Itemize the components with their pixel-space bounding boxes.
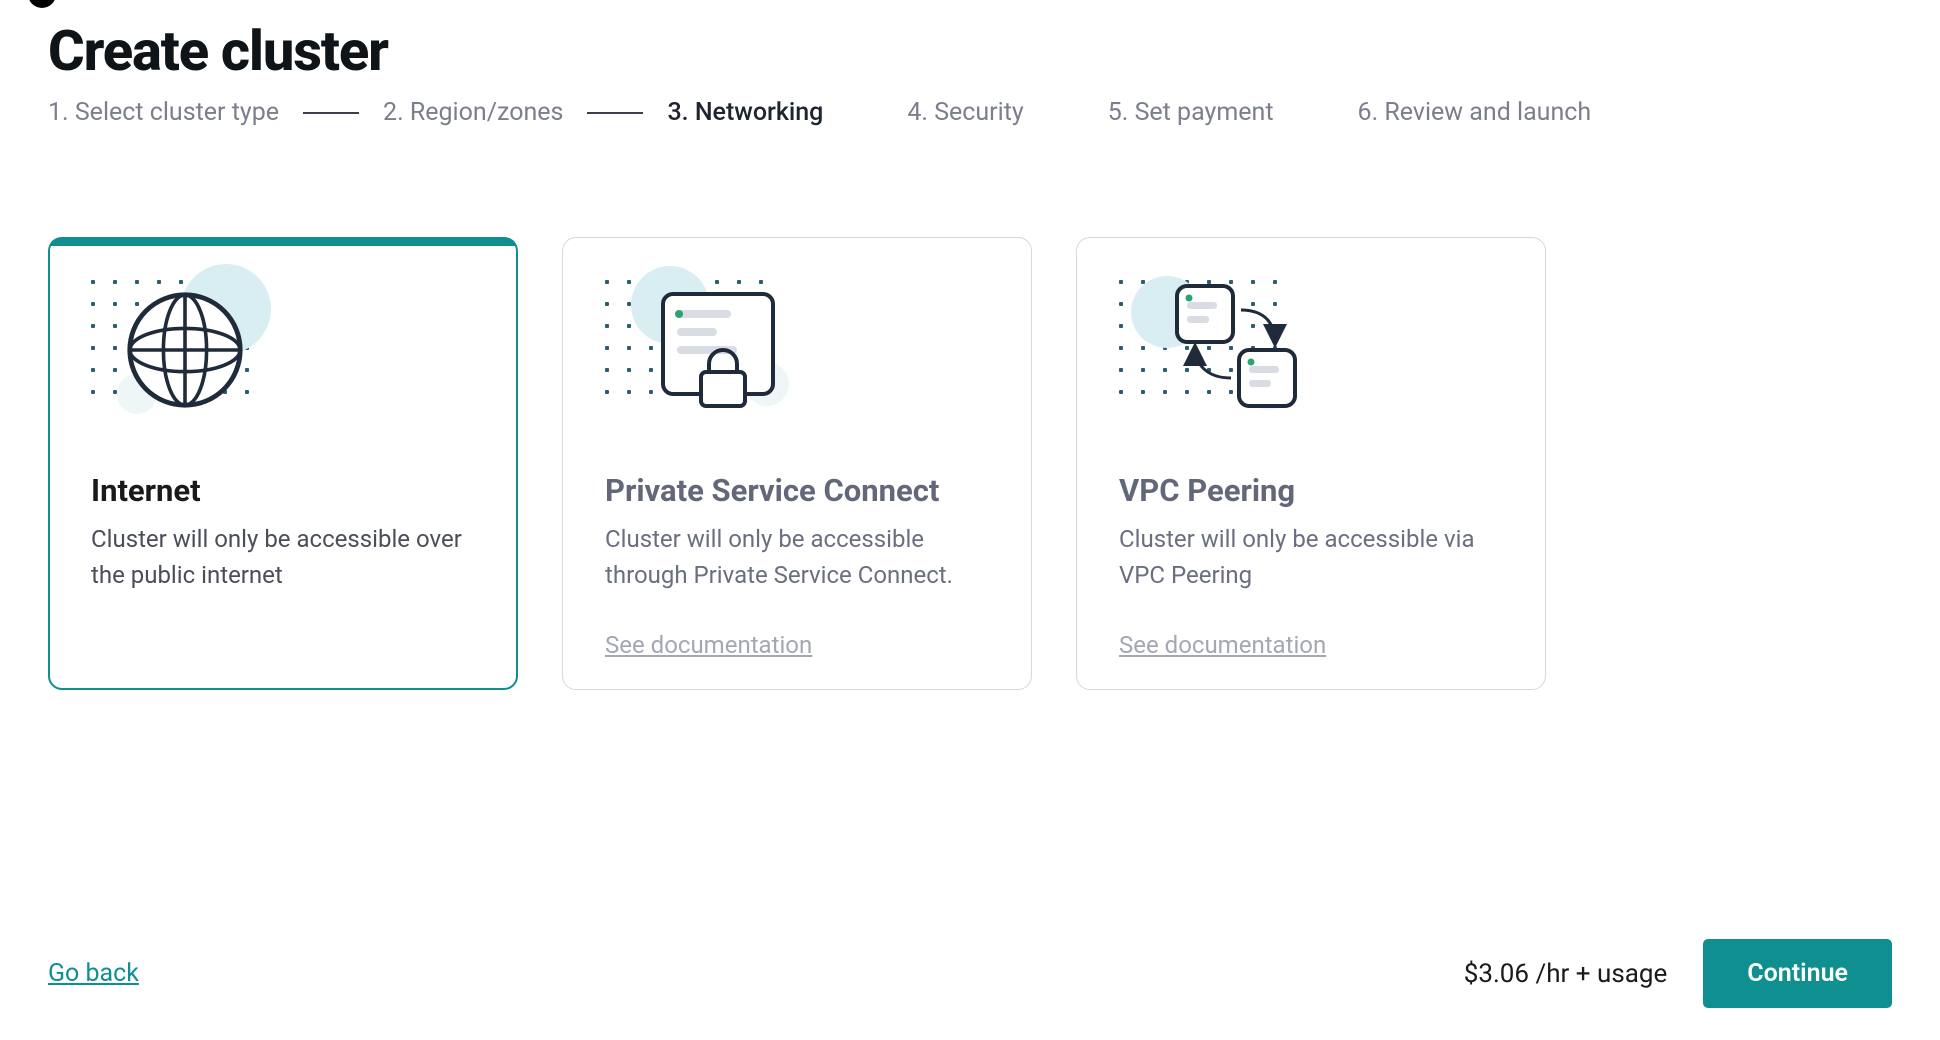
option-card-vpc-peering[interactable]: VPC Peering Cluster will only be accessi… bbox=[1076, 237, 1546, 690]
option-description: Cluster will only be accessible through … bbox=[605, 521, 989, 593]
continue-button[interactable]: Continue bbox=[1703, 939, 1892, 1008]
stepper: 1. Select cluster type 2. Region/zones 3… bbox=[48, 98, 1892, 127]
footer-bar: Go back $3.06 /hr + usage Continue bbox=[48, 939, 1892, 1008]
step-review-launch[interactable]: 6. Review and launch bbox=[1358, 98, 1592, 127]
step-networking[interactable]: 3. Networking bbox=[667, 98, 823, 127]
document-lock-icon bbox=[647, 286, 787, 416]
see-documentation-link[interactable]: See documentation bbox=[1119, 631, 1326, 659]
option-title: Private Service Connect bbox=[605, 472, 989, 509]
option-description: Cluster will only be accessible over the… bbox=[91, 521, 475, 593]
go-back-button[interactable]: Go back bbox=[48, 959, 139, 988]
step-select-cluster-type[interactable]: 1. Select cluster type bbox=[48, 98, 279, 127]
option-title: Internet bbox=[91, 472, 475, 509]
page-title: Create cluster bbox=[48, 0, 1892, 98]
step-region-zones[interactable]: 2. Region/zones bbox=[383, 98, 563, 127]
step-connector bbox=[303, 112, 359, 114]
internet-illustration bbox=[91, 272, 475, 442]
networking-options: Internet Cluster will only be accessible… bbox=[48, 237, 1892, 690]
vpc-illustration bbox=[1119, 272, 1503, 442]
vpc-peering-icon bbox=[1147, 278, 1317, 418]
step-connector bbox=[587, 112, 643, 114]
price-summary: $3.06 /hr + usage bbox=[1464, 959, 1668, 989]
see-documentation-link[interactable]: See documentation bbox=[605, 631, 812, 659]
option-title: VPC Peering bbox=[1119, 472, 1503, 509]
step-set-payment[interactable]: 5. Set payment bbox=[1108, 98, 1274, 127]
option-card-psc[interactable]: Private Service Connect Cluster will onl… bbox=[562, 237, 1032, 690]
option-description: Cluster will only be accessible via VPC … bbox=[1119, 521, 1503, 593]
globe-icon bbox=[125, 290, 245, 410]
option-card-internet[interactable]: Internet Cluster will only be accessible… bbox=[48, 237, 518, 690]
psc-illustration bbox=[605, 272, 989, 442]
step-security[interactable]: 4. Security bbox=[907, 98, 1023, 127]
